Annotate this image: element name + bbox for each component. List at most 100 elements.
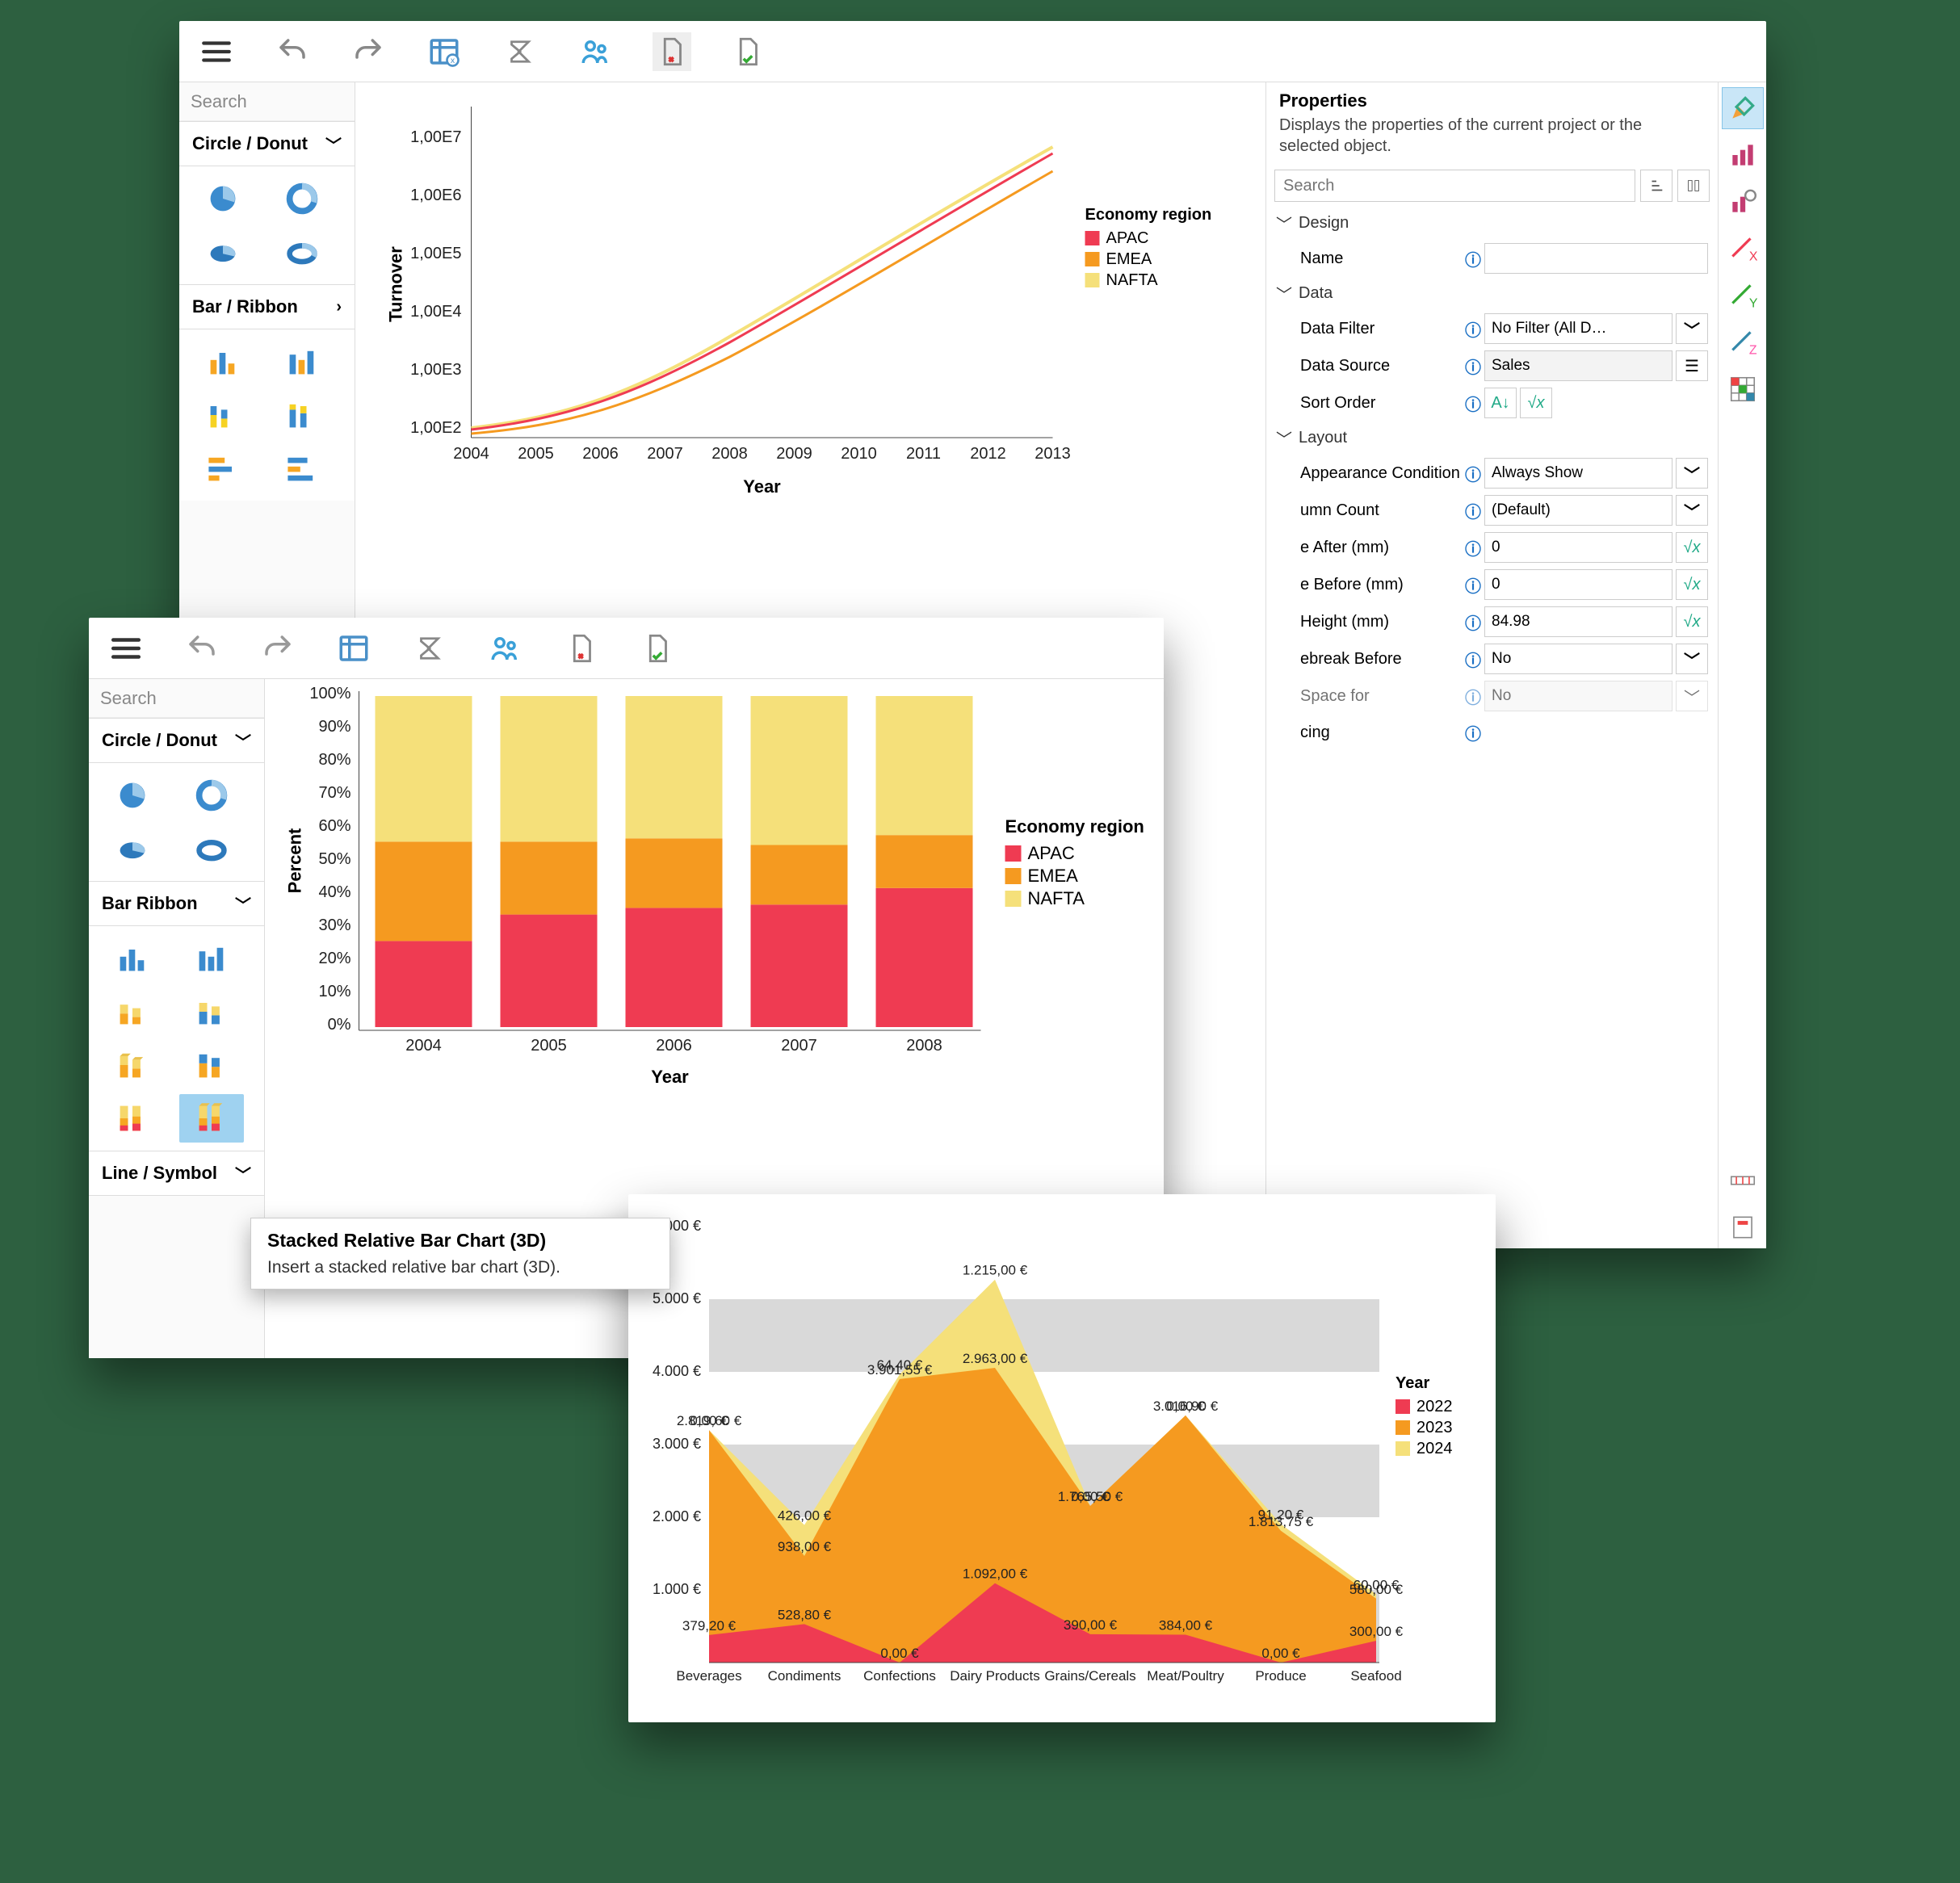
col-count-field[interactable]: (Default) <box>1484 495 1673 526</box>
thumb-pie[interactable] <box>191 174 255 223</box>
users-button[interactable] <box>577 32 615 71</box>
info-icon[interactable]: ⓘ <box>1462 247 1484 270</box>
data-filter-field[interactable]: No Filter (All D… <box>1484 313 1673 344</box>
chart-type-search[interactable]: Search <box>89 679 264 718</box>
group-data[interactable]: ﹀Data <box>1266 277 1718 310</box>
e-after-field[interactable]: 0 <box>1484 532 1673 563</box>
thumb-bar-6[interactable] <box>270 444 334 493</box>
info-icon[interactable]: ⓘ <box>1462 392 1484 415</box>
tool-hruler-icon[interactable] <box>1722 1160 1764 1202</box>
sort-az-button[interactable] <box>1640 170 1673 202</box>
doc-check-button[interactable] <box>638 629 677 668</box>
tool-chart-gear-icon[interactable] <box>1722 181 1764 223</box>
thumb-stack-3d-b[interactable] <box>179 1041 244 1089</box>
category-bar-ribbon[interactable]: Bar / Ribbon› <box>179 284 355 329</box>
category-bar-ribbon[interactable]: Bar Ribbon﹀ <box>89 881 264 926</box>
fx-button[interactable]: √x <box>1520 388 1552 418</box>
dropdown-icon[interactable]: ﹀ <box>1676 458 1708 489</box>
sigma-button[interactable] <box>501 32 539 71</box>
ebreak-field[interactable]: No <box>1484 644 1673 674</box>
thumb-donut[interactable] <box>179 771 244 820</box>
thumb-bar-b[interactable] <box>179 934 244 983</box>
thumbs-circle <box>89 763 264 881</box>
users-button[interactable] <box>486 629 525 668</box>
fx-button[interactable]: √x <box>1676 606 1708 637</box>
space-for-field: No <box>1484 681 1673 711</box>
thumb-bar-2[interactable] <box>270 338 334 386</box>
thumb-pie[interactable] <box>100 771 165 820</box>
undo-button[interactable] <box>273 32 312 71</box>
thumb-donut[interactable] <box>270 174 334 223</box>
list-icon[interactable]: ☰ <box>1676 350 1708 381</box>
info-icon[interactable]: ⓘ <box>1462 648 1484 671</box>
thumb-pie-3d[interactable] <box>100 824 165 873</box>
svg-text:2.000 €: 2.000 € <box>653 1508 701 1524</box>
sigma-button[interactable] <box>410 629 449 668</box>
tool-x-axis-icon[interactable]: X <box>1722 228 1764 270</box>
thumb-bar-4[interactable] <box>270 391 334 439</box>
group-design[interactable]: ﹀Design <box>1266 207 1718 240</box>
info-icon[interactable]: ⓘ <box>1462 354 1484 378</box>
menu-button[interactable] <box>107 629 145 668</box>
thumb-rel-3d[interactable] <box>179 1094 244 1143</box>
doc-delete-button[interactable] <box>562 629 601 668</box>
tool-design-icon[interactable] <box>1722 87 1764 129</box>
tool-chart-settings-icon[interactable] <box>1722 134 1764 176</box>
info-icon[interactable]: ⓘ <box>1462 317 1484 341</box>
thumb-bar-a[interactable] <box>100 934 165 983</box>
fx-button[interactable]: √x <box>1676 532 1708 563</box>
data-source-field[interactable]: Sales <box>1484 350 1673 381</box>
info-icon[interactable]: ⓘ <box>1462 685 1484 708</box>
thumb-stack-a[interactable] <box>100 988 165 1036</box>
svg-text:2.963,00 €: 2.963,00 € <box>963 1351 1028 1366</box>
group-layout[interactable]: ﹀Layout <box>1266 421 1718 455</box>
thumb-donut-3d[interactable] <box>179 824 244 873</box>
dropdown-icon[interactable]: ﹀ <box>1676 644 1708 674</box>
tool-z-axis-icon[interactable]: Z <box>1722 321 1764 363</box>
info-icon[interactable]: ⓘ <box>1462 462 1484 485</box>
svg-text:1,00E7: 1,00E7 <box>410 128 461 146</box>
chevron-down-icon: ﹀ <box>235 729 251 753</box>
table-button[interactable]: x <box>425 32 464 71</box>
chart-type-search[interactable]: Search <box>179 82 355 121</box>
dropdown-icon[interactable]: ﹀ <box>1676 495 1708 526</box>
thumb-bar-5[interactable] <box>191 444 255 493</box>
svg-text:Economy region: Economy region <box>1005 816 1144 837</box>
doc-check-button[interactable] <box>728 32 767 71</box>
menu-button[interactable] <box>197 32 236 71</box>
name-input[interactable] <box>1484 243 1708 274</box>
info-icon[interactable]: ⓘ <box>1462 536 1484 560</box>
category-circle-donut[interactable]: Circle / Donut﹀ <box>179 121 355 166</box>
fx-button[interactable]: √x <box>1676 569 1708 600</box>
redo-button[interactable] <box>258 629 297 668</box>
tool-grid-icon[interactable] <box>1722 368 1764 410</box>
properties-search[interactable] <box>1274 170 1635 202</box>
e-before-field[interactable]: 0 <box>1484 569 1673 600</box>
thumb-stack-b[interactable] <box>179 988 244 1036</box>
redo-button[interactable] <box>349 32 388 71</box>
svg-text:91,20 €: 91,20 € <box>1258 1508 1304 1523</box>
tool-y-axis-icon[interactable]: Y <box>1722 275 1764 317</box>
dropdown-icon[interactable]: ﹀ <box>1676 313 1708 344</box>
thumb-bar-1[interactable] <box>191 338 255 386</box>
info-icon[interactable]: ⓘ <box>1462 499 1484 522</box>
table-button[interactable] <box>334 629 373 668</box>
sort-asc-button[interactable]: A↓ <box>1484 388 1517 418</box>
undo-button[interactable] <box>183 629 221 668</box>
thumb-bar-3[interactable] <box>191 391 255 439</box>
thumb-pie-3d[interactable] <box>191 228 255 276</box>
info-icon[interactable]: ⓘ <box>1462 573 1484 597</box>
svg-text:60,00 €: 60,00 € <box>1354 1577 1400 1592</box>
thumb-stack-3d-a[interactable] <box>100 1041 165 1089</box>
columns-button[interactable] <box>1677 170 1710 202</box>
info-icon[interactable]: ⓘ <box>1462 610 1484 634</box>
thumb-donut-3d[interactable] <box>270 228 334 276</box>
doc-delete-button[interactable] <box>653 32 691 71</box>
tool-page-icon[interactable] <box>1722 1206 1764 1248</box>
appearance-field[interactable]: Always Show <box>1484 458 1673 489</box>
thumb-rel-a[interactable] <box>100 1094 165 1143</box>
height-field[interactable]: 84.98 <box>1484 606 1673 637</box>
category-line-symbol[interactable]: Line / Symbol﹀ <box>89 1151 264 1196</box>
info-icon[interactable]: ⓘ <box>1462 721 1484 744</box>
category-circle-donut[interactable]: Circle / Donut﹀ <box>89 718 264 763</box>
